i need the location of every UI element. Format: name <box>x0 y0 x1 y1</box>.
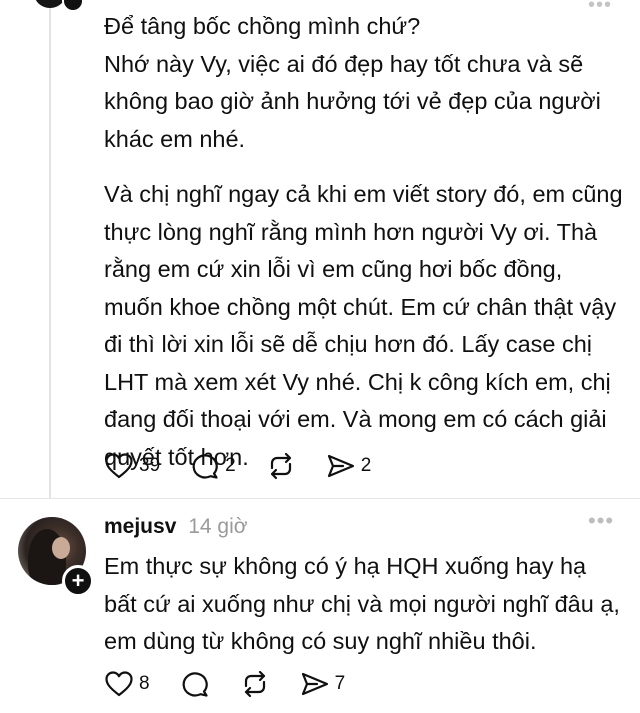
share-count: 7 <box>334 673 346 694</box>
post-paragraph: Và chị nghĩ ngay cả khi em viết story đó… <box>104 181 623 470</box>
heart-icon <box>105 671 133 697</box>
thread-line <box>49 0 51 498</box>
repost-button[interactable] <box>266 452 296 480</box>
comment-button[interactable]: 2 <box>190 452 236 480</box>
follow-plus-icon[interactable] <box>62 0 84 12</box>
divider <box>0 498 640 499</box>
repost-icon <box>244 670 265 698</box>
post-actions: 39 2 2 <box>104 452 401 480</box>
repost-button[interactable] <box>240 670 270 698</box>
share-count: 2 <box>360 455 372 476</box>
post-header: mejusv 14 giờ <box>104 515 248 539</box>
post-paragraph: Em thực sự không có ý hạ HQH xuống hay h… <box>104 553 620 654</box>
heart-icon <box>105 453 133 479</box>
post-paragraph: Để tâng bốc chồng mình chứ? Nhớ này Vy, … <box>104 13 601 152</box>
comment-count: 2 <box>225 455 236 476</box>
avatar-face <box>52 537 70 559</box>
post-actions: 8 7 <box>104 670 375 698</box>
share-button[interactable]: 7 <box>300 670 346 698</box>
send-icon <box>327 454 354 478</box>
comment-button[interactable] <box>180 670 210 698</box>
share-button[interactable]: 2 <box>326 452 372 480</box>
like-count: 8 <box>139 673 150 694</box>
timestamp: 14 giờ <box>188 515 248 538</box>
like-button[interactable]: 8 <box>104 670 150 698</box>
like-button[interactable]: 39 <box>104 452 160 480</box>
post-body: Để tâng bốc chồng mình chứ? Nhớ này Vy, … <box>104 8 624 476</box>
username[interactable]: mejusv <box>104 515 176 538</box>
comment-bubble-icon <box>192 454 218 479</box>
send-icon <box>301 672 328 696</box>
comment-bubble-icon <box>182 672 208 697</box>
post-body: Em thực sự không có ý hạ HQH xuống hay h… <box>104 548 624 661</box>
repost-icon <box>270 452 291 480</box>
more-dots-icon[interactable]: ••• <box>588 508 614 534</box>
like-count: 39 <box>139 455 161 476</box>
follow-plus-icon[interactable]: + <box>62 565 94 597</box>
